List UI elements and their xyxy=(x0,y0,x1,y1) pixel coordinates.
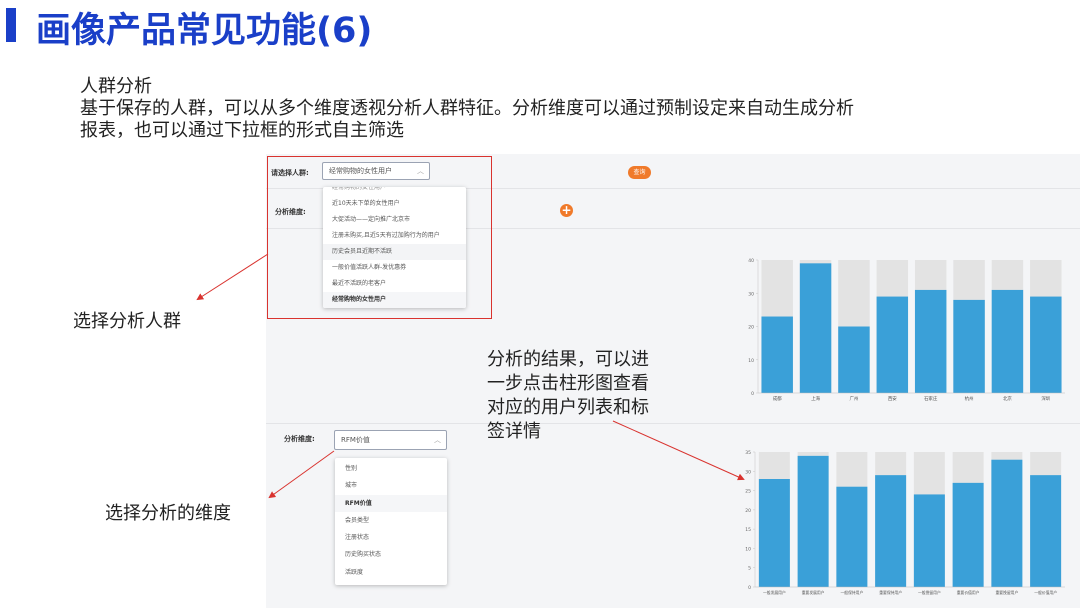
divider xyxy=(266,423,1080,424)
bar xyxy=(758,479,790,587)
callout-result: 分析的结果，可以进 一步点击柱形图查看 对应的用户列表和标 签详情 xyxy=(487,348,649,444)
dimension-dropdown: 性别 城市 RFM价值 会员类型 注册状态 历史购买状态 活跃度 xyxy=(335,458,447,585)
y-tick-label: 20 xyxy=(745,508,751,514)
plus-circle-icon[interactable]: + xyxy=(560,204,573,217)
bar xyxy=(913,494,945,587)
bar xyxy=(1030,296,1062,393)
callout-select-dimension: 选择分析的维度 xyxy=(105,503,231,524)
x-tick-label: 重要发展用户 xyxy=(802,590,825,595)
bar xyxy=(991,289,1024,393)
bar xyxy=(836,486,868,587)
x-tick-label: 广州 xyxy=(849,395,858,402)
bar xyxy=(952,482,984,587)
bar xyxy=(838,326,870,393)
y-tick-label: 5 xyxy=(748,566,751,572)
intro-line: 基于保存的人群，可以从多个维度透视分析人群特征。分析维度可以通过预制设定来自动生… xyxy=(80,98,854,119)
y-tick-label: 40 xyxy=(748,258,754,264)
bar xyxy=(1030,475,1062,587)
x-tick-label: 石家庄 xyxy=(924,395,938,402)
callout-result-line: 分析的结果，可以进 xyxy=(487,349,649,370)
x-tick-label: 重要挽留用户 xyxy=(995,590,1018,595)
bar xyxy=(991,459,1023,587)
y-tick-label: 30 xyxy=(748,291,754,297)
bar xyxy=(797,455,829,587)
query-button[interactable]: 查询 xyxy=(628,166,651,179)
x-tick-label: 深圳 xyxy=(1041,395,1050,402)
y-tick-label: 10 xyxy=(748,358,754,364)
dimension-option-selected[interactable]: RFM价值 xyxy=(335,494,447,512)
dimension-option[interactable]: 活跃度 xyxy=(335,564,447,581)
x-tick-label: 杭州 xyxy=(965,395,974,402)
y-tick-label: 15 xyxy=(745,527,751,533)
title-accent-bar xyxy=(6,8,16,42)
y-tick-label: 25 xyxy=(745,489,751,495)
chevron-up-icon: ︿ xyxy=(434,436,441,444)
dimension-select-value: RFM价值 xyxy=(341,436,370,444)
x-tick-label: 一般价值用户 xyxy=(1034,590,1057,595)
bar xyxy=(914,289,947,393)
intro-line: 报表，也可以通过下拉框的形式自主筛选 xyxy=(80,120,404,141)
callout-result-line: 对应的用户列表和标 xyxy=(487,397,649,418)
x-tick-label: 成都 xyxy=(773,395,782,402)
y-tick-label: 20 xyxy=(748,325,754,331)
bar xyxy=(799,263,832,393)
dimension-option[interactable]: 性别 xyxy=(335,460,447,477)
rfm-bar-chart[interactable]: 0 5 10 15 20 25 30 35 一般发展用户 重要发展用户 一般保持用户 重要保持用户 一般… xyxy=(735,446,1070,604)
x-tick-label: 一般挽留用户 xyxy=(918,590,941,595)
callout-select-crowd: 选择分析人群 xyxy=(73,311,181,332)
bar xyxy=(876,296,909,393)
x-tick-label: 重要价值用户 xyxy=(957,590,980,595)
bar xyxy=(875,475,907,587)
y-tick-label: 35 xyxy=(745,450,751,456)
x-tick-label: 重要保持用户 xyxy=(879,590,902,595)
x-tick-label: 上海 xyxy=(811,395,820,402)
x-tick-label: 北京 xyxy=(1003,395,1012,402)
y-tick-label: 0 xyxy=(748,585,751,591)
intro-text: 人群分析 基于保存的人群，可以从多个维度透视分析人群特征。分析维度可以通过预制设… xyxy=(80,76,980,142)
x-tick-label: 一般发展用户 xyxy=(763,590,786,595)
dimension-option[interactable]: 注册状态 xyxy=(335,529,447,546)
x-tick-label: 西安 xyxy=(888,395,897,402)
crowd-highlight-box xyxy=(267,156,492,319)
dimension-option[interactable]: 城市 xyxy=(335,477,447,494)
bar xyxy=(761,316,793,393)
arrow-to-crowd-callout xyxy=(196,253,269,301)
callout-result-line: 签详情 xyxy=(487,421,541,442)
dimension-label: 分析维度: xyxy=(284,435,315,443)
dimension-select[interactable]: RFM价值 ︿ xyxy=(334,430,447,450)
x-tick-label: 一般保持用户 xyxy=(840,590,863,595)
dimension-option[interactable]: 历史购买状态 xyxy=(335,546,447,563)
callout-result-line: 一步点击柱形图查看 xyxy=(487,373,649,394)
city-bar-chart[interactable]: 0 10 20 30 40 成都 上海 广州 西安 石家庄 杭州 北京 深圳 xyxy=(740,252,1070,412)
page-title: 画像产品常见功能(6) xyxy=(36,11,373,51)
intro-heading: 人群分析 xyxy=(80,76,152,97)
dimension-option[interactable]: 会员类型 xyxy=(335,512,447,529)
y-tick-label: 30 xyxy=(745,469,751,475)
y-tick-label: 10 xyxy=(745,546,751,552)
y-tick-label: 0 xyxy=(751,391,754,397)
bar xyxy=(953,299,985,393)
